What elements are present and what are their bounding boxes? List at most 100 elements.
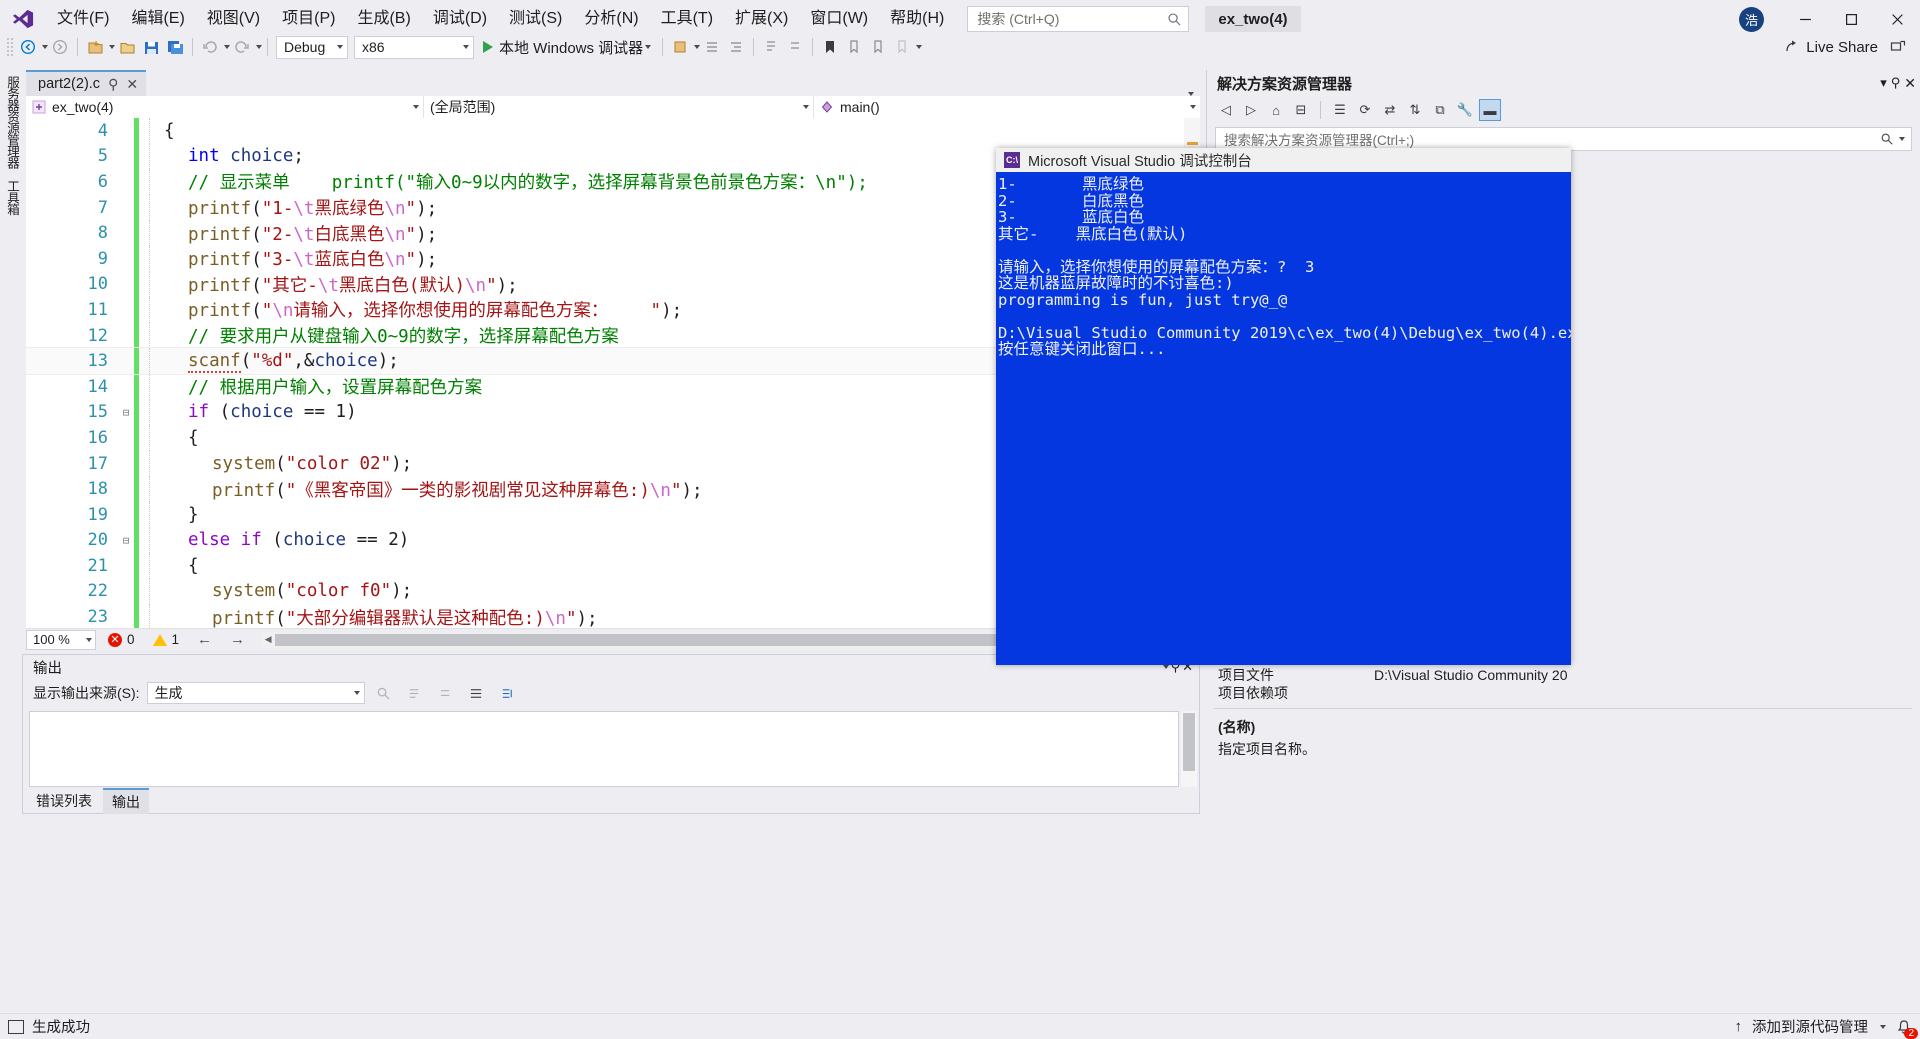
- output-scroll-thumb[interactable]: [1183, 713, 1195, 771]
- next-bookmark-button[interactable]: [842, 35, 866, 59]
- code-text[interactable]: // 根据用户输入，设置屏幕配色方案: [150, 374, 482, 399]
- line-indent-decrease-button[interactable]: [700, 35, 724, 59]
- code-text[interactable]: printf("3-\t蓝底白色\n");: [150, 246, 437, 271]
- tab-output[interactable]: 输出: [103, 788, 149, 814]
- clear-bookmarks-button[interactable]: [890, 35, 914, 59]
- close-icon[interactable]: ✕: [1904, 75, 1916, 92]
- undo-button[interactable]: [198, 35, 222, 59]
- code-text[interactable]: system("color 02");: [150, 454, 412, 474]
- open-file-button[interactable]: [115, 35, 139, 59]
- fold-toggle-icon[interactable]: ⊟: [118, 406, 134, 419]
- search-input[interactable]: [977, 11, 1168, 27]
- code-text[interactable]: printf("1-\t黑底绿色\n");: [150, 195, 437, 220]
- output-goto-button[interactable]: [434, 681, 458, 705]
- warning-count-indicator[interactable]: 1: [147, 632, 186, 647]
- navigate-back-button[interactable]: [16, 35, 40, 59]
- se-sync-button[interactable]: ⇅: [1404, 99, 1426, 121]
- fold-toggle-icon[interactable]: ⊟: [118, 534, 134, 547]
- document-tab[interactable]: part2(2).c ⚲ ✕: [26, 70, 147, 96]
- output-find-button[interactable]: [372, 681, 396, 705]
- error-count-indicator[interactable]: ✕ 0: [102, 632, 141, 647]
- code-text[interactable]: scanf("%d",&choice);: [150, 351, 399, 374]
- chevron-down-icon[interactable]: [1162, 665, 1169, 669]
- pin-icon[interactable]: ⚲: [1891, 75, 1901, 91]
- close-tab-icon[interactable]: ✕: [126, 76, 138, 93]
- prev-bookmark-button[interactable]: [866, 35, 890, 59]
- se-preview-button[interactable]: ▬: [1479, 99, 1501, 121]
- comment-button[interactable]: [759, 35, 783, 59]
- code-text[interactable]: printf("2-\t白底黑色\n");: [150, 221, 437, 246]
- solution-config-dropdown[interactable]: Debug: [276, 35, 348, 59]
- start-debugging-button[interactable]: 本地 Windows 调试器: [477, 35, 657, 59]
- output-wrap-button[interactable]: [465, 681, 489, 705]
- output-source-dropdown[interactable]: 生成: [146, 682, 365, 704]
- attach-process-button[interactable]: [668, 35, 692, 59]
- source-control-label[interactable]: 添加到源代码管理: [1752, 1016, 1868, 1037]
- code-text[interactable]: printf("\n请输入，选择你想使用的屏幕配色方案： ");: [150, 297, 682, 322]
- redo-button[interactable]: [230, 35, 254, 59]
- output-vertical-scrollbar[interactable]: [1181, 711, 1197, 787]
- vtab-server-explorer[interactable]: 服务器资源管理器: [0, 70, 25, 174]
- output-toggle-button[interactable]: [496, 681, 520, 705]
- code-text[interactable]: // 显示菜单 printf("输入0~9以内的数字，选择屏幕背景色前景色方案：…: [150, 169, 868, 194]
- property-row[interactable]: 项目文件 D:\Visual Studio Community 20: [1206, 666, 1920, 684]
- save-button[interactable]: [139, 35, 163, 59]
- notification-badge[interactable]: 2: [1896, 1019, 1918, 1039]
- property-value[interactable]: D:\Visual Studio Community 20: [1374, 667, 1920, 683]
- code-text[interactable]: if (choice == 1): [150, 402, 357, 422]
- quick-launch-search[interactable]: [967, 6, 1190, 32]
- code-text[interactable]: // 要求用户从键盘输入0~9的数字，选择屏幕配色方案: [150, 323, 619, 348]
- toolbar-grip[interactable]: [6, 37, 14, 57]
- output-clear-all-button[interactable]: [403, 681, 427, 705]
- code-text[interactable]: printf("《黑客帝国》一类的影视剧常见这种屏幕色:)\n");: [150, 477, 703, 502]
- code-text[interactable]: int choice;: [150, 146, 304, 166]
- se-settings-button[interactable]: 🔧: [1454, 99, 1476, 121]
- bookmark-button[interactable]: [818, 35, 842, 59]
- line-indent-increase-button[interactable]: [724, 35, 748, 59]
- active-project-chip[interactable]: ex_two(4): [1205, 5, 1301, 33]
- chevron-down-icon[interactable]: [1880, 1024, 1886, 1029]
- navbar-project-dropdown[interactable]: ex_two(4): [26, 95, 424, 118]
- chevron-down-icon[interactable]: [1899, 137, 1905, 141]
- pin-icon[interactable]: ⚲: [108, 76, 118, 93]
- se-view-code-button[interactable]: ⧉: [1429, 99, 1451, 121]
- code-text[interactable]: printf("其它-\t黑底白色(默认)\n");: [150, 272, 518, 297]
- solution-platform-dropdown[interactable]: x86: [354, 35, 474, 59]
- se-home-button[interactable]: ⌂: [1265, 99, 1287, 121]
- toolbar-overflow-icon[interactable]: [916, 45, 923, 49]
- se-properties-button[interactable]: ☰: [1329, 99, 1351, 121]
- navbar-member-dropdown[interactable]: main(): [814, 95, 1200, 118]
- code-text[interactable]: {: [150, 428, 199, 448]
- zoom-level-dropdown[interactable]: 100 %: [26, 629, 96, 650]
- property-row[interactable]: 项目依赖项: [1206, 684, 1920, 702]
- code-text[interactable]: system("color f0");: [150, 581, 412, 601]
- save-all-button[interactable]: [163, 35, 187, 59]
- se-show-all-files-button[interactable]: ⇄: [1379, 99, 1401, 121]
- tab-error-list[interactable]: 错误列表: [27, 789, 101, 813]
- code-text[interactable]: printf("大部分编辑器默认是这种配色:)\n");: [150, 605, 598, 630]
- avatar[interactable]: 浩: [1739, 6, 1764, 32]
- scroll-left-icon[interactable]: ◀: [261, 632, 275, 648]
- se-back-button[interactable]: ◁: [1215, 99, 1237, 121]
- navbar-scope-dropdown[interactable]: (全局范围): [424, 95, 814, 118]
- code-text[interactable]: }: [150, 505, 199, 525]
- chevron-down-icon[interactable]: ▾: [1880, 75, 1887, 91]
- feedback-button[interactable]: [1886, 35, 1910, 59]
- new-project-button[interactable]: [83, 35, 107, 59]
- next-issue-button[interactable]: →: [224, 631, 251, 648]
- navigate-forward-button[interactable]: [48, 35, 72, 59]
- arrow-up-icon[interactable]: ↑: [1735, 1018, 1743, 1035]
- output-text-area[interactable]: [29, 711, 1179, 787]
- redo-dropdown-icon[interactable]: [256, 45, 262, 49]
- prev-issue-button[interactable]: ←: [191, 631, 218, 648]
- se-refresh-button[interactable]: ⟳: [1354, 99, 1376, 121]
- code-text[interactable]: {: [150, 121, 175, 141]
- se-forward-button[interactable]: ▷: [1240, 99, 1262, 121]
- debug-console-window[interactable]: C:\ Microsoft Visual Studio 调试控制台 1- 黑底绿…: [996, 148, 1571, 665]
- code-text[interactable]: else if (choice == 2): [150, 530, 409, 550]
- uncomment-button[interactable]: [783, 35, 807, 59]
- live-share-button[interactable]: Live Share: [1776, 35, 1886, 59]
- vtab-toolbox[interactable]: 工具箱: [0, 174, 25, 221]
- code-text[interactable]: {: [150, 556, 199, 576]
- code-line[interactable]: 4{: [26, 118, 1200, 144]
